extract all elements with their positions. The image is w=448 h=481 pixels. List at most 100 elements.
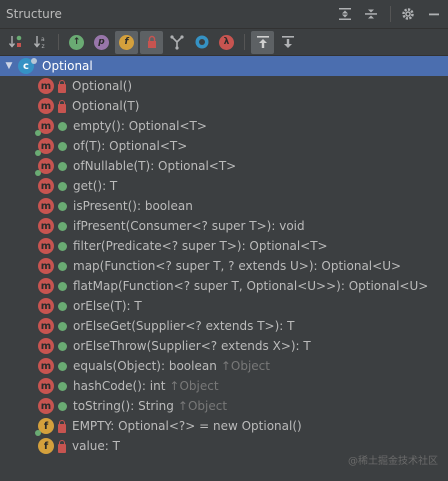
tree-member-row[interactable]: m ifPresent(Consumer<? super T>): void <box>0 216 448 236</box>
public-visibility-icon <box>58 141 67 151</box>
tree-member-row[interactable]: m hashCode(): int ↑Object <box>0 376 448 396</box>
public-visibility-icon <box>58 121 67 131</box>
tree-member-row[interactable]: m Optional(T) <box>0 96 448 116</box>
autoscroll-to-source-button[interactable] <box>251 30 274 54</box>
member-label: filter(Predicate<? super T>): Optional<T… <box>73 239 328 253</box>
tree-member-row[interactable]: m isPresent(): boolean <box>0 196 448 216</box>
public-visibility-icon <box>58 381 67 391</box>
member-label: equals(Object): boolean <box>73 359 217 373</box>
svg-text:z: z <box>41 43 44 50</box>
tree-member-row[interactable]: m equals(Object): boolean ↑Object <box>0 356 448 376</box>
tree-member-row[interactable]: m map(Function<? super T, ? extends U>): … <box>0 256 448 276</box>
show-lambdas-button[interactable] <box>165 31 188 54</box>
method-icon: m <box>38 398 54 414</box>
gear-icon <box>402 8 414 20</box>
private-lock-icon <box>58 439 66 453</box>
sort-by-visibility-button[interactable] <box>4 31 27 54</box>
member-label: toString(): String <box>73 399 174 413</box>
tree-member-row[interactable]: m orElseGet(Supplier<? extends T>): T <box>0 316 448 336</box>
structure-tree: ▼ c Optional m Optional() m Optional(T) m emp… <box>0 56 448 456</box>
member-label: flatMap(Function<? super T, Optional<U>>… <box>73 279 429 293</box>
method-icon: m <box>38 198 54 214</box>
public-visibility-icon <box>58 301 67 311</box>
member-label: ofNullable(T): Optional<T> <box>73 159 237 173</box>
private-lock-icon <box>58 79 66 93</box>
show-inherited-button[interactable]: ↑ <box>65 31 88 54</box>
public-visibility-icon <box>58 361 67 371</box>
tree-member-row[interactable]: m flatMap(Function<? super T, Optional<U>… <box>0 276 448 296</box>
hide-panel-button[interactable] <box>422 3 446 25</box>
method-icon: m <box>38 78 54 94</box>
member-label: isPresent(): boolean <box>73 199 193 213</box>
collapse-all-icon <box>365 9 377 19</box>
show-fields-button[interactable]: f <box>115 30 138 54</box>
show-properties-button[interactable]: p <box>90 31 113 54</box>
minimize-icon <box>429 13 439 16</box>
member-label: get(): T <box>73 179 118 193</box>
class-icon: c <box>18 58 37 74</box>
sort-alphabetically-button[interactable]: a z <box>29 31 52 54</box>
collapse-arrow-icon[interactable]: ▼ <box>4 61 14 71</box>
structure-titlebar: Structure <box>0 0 448 29</box>
collapse-all-button[interactable] <box>359 3 383 25</box>
tree-member-row[interactable]: m empty(): Optional<T> <box>0 116 448 136</box>
public-visibility-icon <box>58 281 67 291</box>
method-icon: m <box>38 298 54 314</box>
svg-text:a: a <box>41 36 45 43</box>
method-icon: m <box>38 378 54 394</box>
tree-member-row[interactable]: m toString(): String ↑Object <box>0 396 448 416</box>
member-label: hashCode(): int <box>73 379 166 393</box>
autoscroll-from-source-icon <box>281 36 294 48</box>
show-anonymous-button[interactable] <box>190 31 213 54</box>
member-label: orElse(T): T <box>73 299 142 313</box>
member-label: ifPresent(Consumer<? super T>): void <box>73 219 305 233</box>
method-icon: m <box>38 358 54 374</box>
tree-member-row[interactable]: f EMPTY: Optional<?> = new Optional() <box>0 416 448 436</box>
inherited-from-label: ↑Object <box>177 399 228 413</box>
public-visibility-icon <box>58 161 67 171</box>
method-icon: m <box>38 318 54 334</box>
method-icon: m <box>38 98 54 114</box>
member-label: orElseGet(Supplier<? extends T>): T <box>73 319 295 333</box>
tree-root-label: Optional <box>42 59 93 73</box>
expand-all-icon <box>339 8 351 20</box>
public-visibility-icon <box>58 201 67 211</box>
method-icon: m <box>38 218 54 234</box>
tree-member-row[interactable]: m Optional() <box>0 76 448 96</box>
static-marker-icon <box>35 150 41 156</box>
tree-member-row[interactable]: m orElse(T): T <box>0 296 448 316</box>
member-label: Optional() <box>72 79 133 93</box>
tree-member-row[interactable]: m filter(Predicate<? super T>): Optional<… <box>0 236 448 256</box>
inherited-from-label: ↑Object <box>220 359 270 373</box>
member-label: orElseThrow(Supplier<? extends X>): T <box>73 339 311 353</box>
member-label: value: T <box>72 439 120 453</box>
toolbar-separator <box>58 34 59 50</box>
static-marker-icon <box>35 430 41 436</box>
sort-alphabetically-icon: a z <box>33 36 45 50</box>
sort-by-visibility-icon <box>8 35 21 48</box>
panel-title: Structure <box>6 7 62 21</box>
tree-member-row[interactable]: m of(T): Optional<T> <box>0 136 448 156</box>
titlebar-separator <box>390 6 391 22</box>
watermark: @稀土掘金技术社区 <box>348 456 438 467</box>
show-properties-icon: p <box>94 34 109 50</box>
inherited-from-label: ↑Object <box>169 379 219 393</box>
expand-all-button[interactable] <box>333 3 357 25</box>
tree-member-row[interactable]: m get(): T <box>0 176 448 196</box>
show-inherited-icon: ↑ <box>69 34 84 50</box>
tree-root-row[interactable]: ▼ c Optional <box>0 56 448 76</box>
member-label: map(Function<? super T, ? extends U>): O… <box>73 259 402 273</box>
static-marker-icon <box>35 170 41 176</box>
member-label: empty(): Optional<T> <box>73 119 207 133</box>
tree-member-row[interactable]: m orElseThrow(Supplier<? extends X>): T <box>0 336 448 356</box>
hierarchy-icon <box>169 35 184 50</box>
member-label: EMPTY: Optional<?> = new Optional() <box>72 419 302 433</box>
show-non-public-button[interactable] <box>140 30 163 54</box>
show-lambda-button[interactable]: λ <box>215 31 238 54</box>
autoscroll-to-source-icon <box>256 36 269 48</box>
autoscroll-from-source-button[interactable] <box>276 31 299 54</box>
method-icon: m <box>35 138 54 156</box>
tree-member-row[interactable]: m ofNullable(T): Optional<T> <box>0 156 448 176</box>
settings-button[interactable] <box>396 3 420 25</box>
static-marker-icon <box>35 130 41 136</box>
